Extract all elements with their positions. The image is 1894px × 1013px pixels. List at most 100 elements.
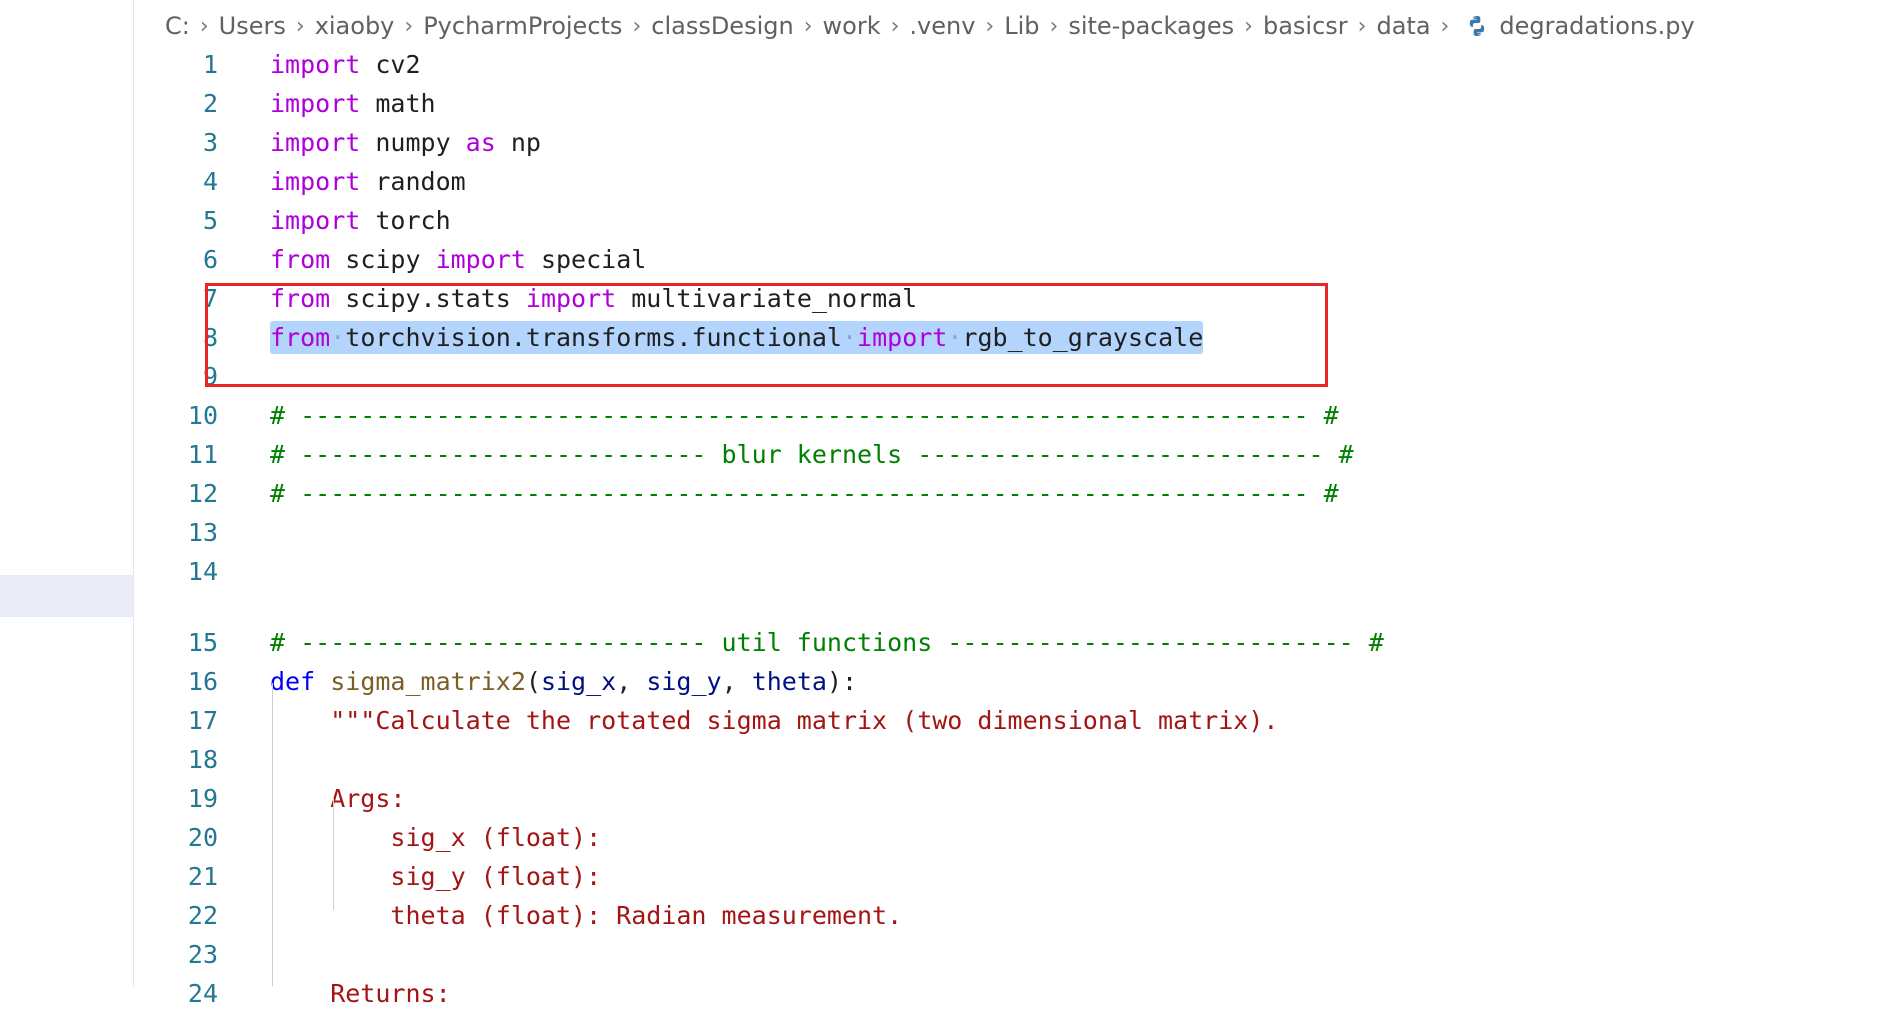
code-line[interactable]: 19 Args: (0, 780, 1700, 818)
breadcrumb-segment[interactable]: xiaoby (315, 12, 395, 40)
code-line[interactable]: 1 import cv2 (0, 46, 1700, 84)
code-token: import (270, 167, 361, 196)
line-number: 20 (187, 823, 218, 852)
code-token: sig_x (540, 667, 617, 696)
code-text: # --------------------------------------… (270, 397, 1339, 435)
code-line[interactable]: 15 # --------------------------- util fun… (0, 624, 1700, 662)
code-token: theta (float): Radian measurement. (270, 901, 903, 930)
indent-guide (333, 797, 334, 910)
line-number: 4 (202, 167, 218, 196)
code-text: theta (float): Radian measurement. (270, 897, 902, 935)
python-icon (1470, 16, 1485, 36)
code-token: ): (826, 667, 858, 696)
chevron-right-icon: › (1440, 13, 1450, 39)
code-token: scipy (330, 245, 436, 274)
line-number: 13 (187, 518, 218, 547)
breadcrumb-segment[interactable]: site-packages (1068, 12, 1234, 40)
code-text: def sigma_matrix2(sig_x, sig_y, theta): (270, 663, 857, 701)
breadcrumb-segment[interactable]: .venv (909, 12, 975, 40)
code-line[interactable]: 3 import numpy as np (0, 124, 1700, 162)
line-number: 17 (187, 706, 218, 735)
code-line[interactable]: 14 (0, 553, 1700, 591)
chevron-right-icon: › (985, 13, 995, 39)
code-token: # --------------------------------------… (270, 479, 1339, 508)
code-line[interactable]: 10 # ------------------------------------… (0, 397, 1700, 435)
breadcrumb-segment[interactable]: work (823, 12, 881, 40)
code-line[interactable]: 4 import random (0, 163, 1700, 201)
code-token: cv2 (360, 50, 421, 79)
code-token: sigma_matrix2 (330, 667, 526, 696)
code-token: import (270, 206, 361, 235)
line-number: 3 (202, 128, 218, 157)
line-number: 22 (187, 901, 218, 930)
code-line[interactable]: 23 (0, 936, 1700, 974)
code-token: # --------------------------- util funct… (270, 628, 1384, 657)
breadcrumb-file-name[interactable]: degradations.py (1499, 12, 1694, 40)
line-number: 10 (187, 401, 218, 430)
code-token: # --------------------------------------… (270, 401, 1339, 430)
code-text: from scipy import special (270, 241, 646, 279)
code-line[interactable]: 16 def sigma_matrix2(sig_x, sig_y, theta)… (0, 663, 1700, 701)
line-number: 23 (187, 940, 218, 969)
chevron-right-icon: › (803, 13, 813, 39)
code-token: torch (360, 206, 451, 235)
code-line[interactable]: 21 sig_y (float): (0, 858, 1700, 896)
code-token: numpy (360, 128, 466, 157)
code-line[interactable]: 12 # ------------------------------------… (0, 475, 1700, 513)
breadcrumb-segment[interactable]: C: (165, 12, 190, 40)
code-token: import (270, 50, 361, 79)
code-line[interactable]: 2 import math (0, 85, 1700, 123)
breadcrumb-segment[interactable]: basicsr (1263, 12, 1348, 40)
code-token: """Calculate the rotated sigma matrix (t… (270, 706, 1279, 735)
line-number: 21 (187, 862, 218, 891)
breadcrumb-segment[interactable]: PycharmProjects (423, 12, 622, 40)
code-text: """Calculate the rotated sigma matrix (t… (270, 702, 1278, 740)
code-text: # --------------------------- blur kerne… (270, 436, 1354, 474)
line-number: 11 (187, 440, 218, 469)
line-number: 24 (187, 979, 218, 1008)
line-number: 6 (202, 245, 218, 274)
chevron-right-icon: › (404, 13, 414, 39)
chevron-right-icon: › (890, 13, 900, 39)
code-line[interactable]: 22 theta (float): Radian measurement. (0, 897, 1700, 935)
annotation-highlight-box (205, 283, 1328, 387)
chevron-right-icon: › (295, 13, 305, 39)
code-token: as (465, 128, 496, 157)
code-token: special (525, 245, 647, 274)
code-line[interactable]: 18 (0, 741, 1700, 779)
code-line[interactable]: 11 # --------------------------- blur ker… (0, 436, 1700, 474)
code-token: np (495, 128, 541, 157)
code-text: # --------------------------- util funct… (270, 624, 1384, 662)
code-text: sig_y (float): (270, 858, 601, 896)
line-number: 16 (187, 667, 218, 696)
line-number: 15 (187, 628, 218, 657)
chevron-right-icon: › (1049, 13, 1059, 39)
chevron-right-icon: › (1244, 13, 1253, 39)
breadcrumb-segment[interactable]: Users (219, 12, 286, 40)
code-token: theta (751, 667, 827, 696)
code-token: sig_y (646, 667, 722, 696)
code-text: Args: (270, 780, 405, 818)
line-number: 1 (202, 50, 218, 79)
breadcrumb: C: › Users › xiaoby › PycharmProjects › classDes… (165, 9, 1695, 43)
indent-guide (272, 683, 273, 986)
code-line[interactable]: 17 """Calculate the rotated sigma matrix… (0, 702, 1700, 740)
line-number: 18 (187, 745, 218, 774)
chevron-right-icon: › (1357, 13, 1367, 39)
code-line[interactable]: 5 import torch (0, 202, 1700, 240)
code-token: # --------------------------- blur kerne… (270, 440, 1354, 469)
code-line[interactable]: 6 from scipy import special (0, 241, 1700, 279)
code-token: def (270, 667, 316, 696)
code-token: ( (525, 667, 541, 696)
code-token: sig_x (float): (270, 823, 602, 852)
code-token: math (360, 89, 436, 118)
code-text: import torch (270, 202, 451, 240)
code-line[interactable]: 20 sig_x (float): (0, 819, 1700, 857)
chevron-right-icon: › (199, 13, 209, 39)
breadcrumb-segment[interactable]: Lib (1004, 12, 1039, 40)
breadcrumb-segment[interactable]: classDesign (651, 12, 793, 40)
breadcrumb-segment[interactable]: data (1376, 12, 1430, 40)
code-line[interactable]: 13 (0, 514, 1700, 552)
code-line[interactable]: 24 Returns: (0, 975, 1700, 1013)
